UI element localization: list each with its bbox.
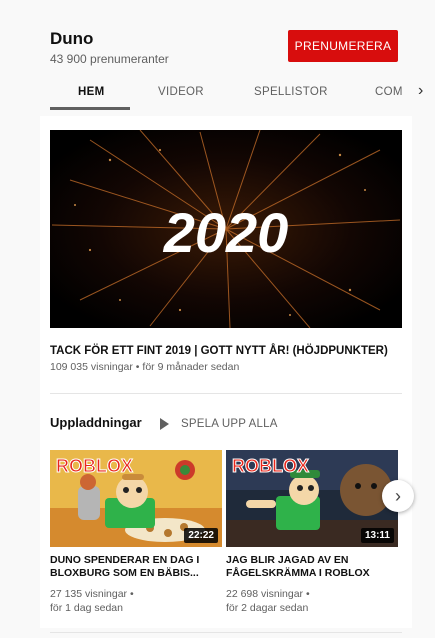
video-age: för 1 dag sedan (50, 602, 123, 614)
tab-community[interactable]: COM (375, 86, 403, 98)
tab-videos[interactable]: VIDEOR (158, 86, 204, 98)
featured-thumb-text: 2020 (163, 201, 289, 264)
roblox-logo-text: ROBLOX (232, 456, 309, 476)
subscriber-count: 43 900 prenumeranter (50, 52, 169, 66)
featured-video-meta: 109 035 visningar • för 9 månader sedan (50, 361, 240, 373)
video-title[interactable]: DUNO SPENDERAR EN DAG I BLOXBURG SOM EN … (50, 554, 222, 580)
video-thumbnail[interactable]: ROBLOX 22:22 (50, 450, 222, 547)
video-views: 27 135 visningar • (50, 588, 134, 600)
section-divider (50, 632, 402, 633)
uploads-shelf-title[interactable]: Uppladdningar (50, 415, 142, 430)
channel-tabs: HEM VIDEOR SPELLISTOR COM › (0, 78, 435, 110)
play-icon (160, 418, 169, 430)
section-divider (50, 393, 402, 394)
subscribe-button[interactable]: PRENUMERERA (288, 30, 398, 62)
play-all-button[interactable]: SPELA UPP ALLA (160, 416, 278, 432)
video-views: 22 698 visningar • (226, 588, 310, 600)
chevron-right-icon[interactable]: › (382, 480, 414, 512)
featured-video-thumbnail[interactable]: 2020 (50, 130, 402, 328)
video-age: för 2 dagar sedan (226, 602, 309, 614)
fireworks-graphic: 2020 (50, 130, 402, 328)
duration-badge: 13:11 (360, 528, 394, 543)
channel-header: Duno 43 900 prenumeranter PRENUMERERA HE… (0, 0, 435, 110)
channel-name: Duno (50, 29, 94, 48)
tab-playlists[interactable]: SPELLISTOR (254, 86, 328, 98)
channel-page: Duno 43 900 prenumeranter PRENUMERERA HE… (0, 0, 435, 638)
chevron-right-icon[interactable]: › (418, 82, 423, 100)
play-all-label: SPELA UPP ALLA (181, 418, 278, 430)
featured-video-title[interactable]: TACK FÖR ETT FINT 2019 | GOTT NYTT ÅR! (… (50, 344, 405, 358)
duration-badge: 22:22 (184, 528, 218, 543)
video-thumbnail[interactable]: ROBLOX 13:11 (226, 450, 398, 547)
video-card[interactable]: ROBLOX 13:11 JAG BLIR JAGAD AV EN FÅGELS… (226, 450, 398, 614)
tab-home[interactable]: HEM (78, 86, 104, 98)
video-title[interactable]: JAG BLIR JAGAD AV EN FÅGELSKRÄMMA I ROBL… (226, 554, 398, 580)
video-card[interactable]: ROBLOX 22:22 DUNO SPENDERAR EN DAG I BLO… (50, 450, 222, 614)
roblox-logo-text: ROBLOX (56, 456, 133, 476)
